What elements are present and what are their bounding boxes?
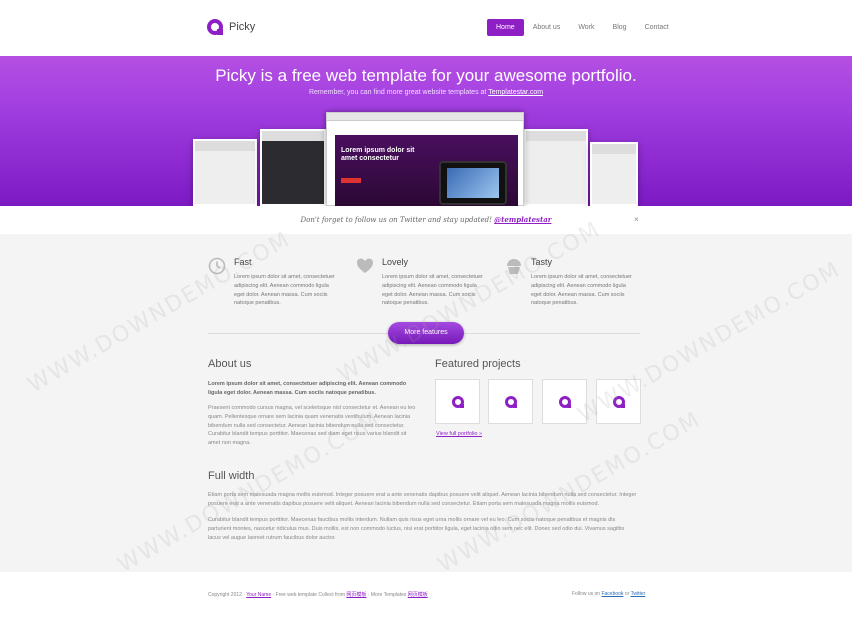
browser-menu — [327, 121, 523, 135]
follow-text: or — [623, 591, 631, 597]
nav-contact[interactable]: Contact — [636, 19, 678, 36]
featured-projects-title: Featured projects — [435, 358, 521, 370]
twitter-handle-link[interactable]: @templatestar — [494, 215, 551, 224]
feature-text: Lorem ipsum dolor sit amet, consectetuer… — [531, 274, 632, 307]
clock-icon — [208, 257, 226, 275]
follow-us: Follow us on Facebook or Twitter — [572, 591, 645, 597]
view-portfolio-link[interactable]: View full portfolio » — [436, 431, 482, 437]
watermark: WWW.DOWNDEMO.COM — [23, 226, 296, 399]
full-width-paragraph: Curabitur blandit tempus porttitor. Maec… — [208, 517, 625, 541]
feature-text: Lorem ipsum dolor sit amet, consectetuer… — [382, 274, 483, 307]
cupcake-icon — [507, 259, 521, 274]
tablet-image — [439, 161, 507, 205]
logo[interactable]: Picky — [207, 19, 255, 35]
twitter-notice: Don't forget to follow us on Twitter and… — [0, 206, 852, 234]
notice-message: Don't forget to follow us on Twitter and… — [300, 216, 495, 224]
hero-subtitle: Remember, you can find more great websit… — [0, 89, 852, 96]
full-width-title: Full width — [208, 470, 255, 482]
copyright-text: · Free web template Collect from — [271, 592, 347, 598]
preview-promo — [335, 135, 518, 206]
logo-icon — [451, 395, 464, 408]
nav-home[interactable]: Home — [487, 19, 524, 36]
site-header: Picky Home About us Work Blog Contact — [0, 0, 852, 56]
copyright-text: Copyright 2012 · — [208, 592, 247, 598]
project-thumbnail[interactable] — [596, 379, 641, 424]
full-width-paragraph: Etiam porta sem malesuada magna mollis e… — [208, 492, 637, 507]
site-footer: Copyright 2012 · Your Name · Free web te… — [0, 572, 852, 622]
feature-title: Lovely — [382, 257, 409, 267]
facebook-link[interactable]: Facebook — [601, 591, 623, 597]
about-body: Praesent commodo cursus magna, vel scele… — [208, 405, 416, 447]
preview-screenshot — [193, 139, 257, 206]
hero-subtitle-text: Remember, you can find more great websit… — [308, 89, 489, 96]
logo-text: Picky — [229, 21, 256, 33]
follow-text: Follow us on — [572, 591, 602, 597]
feature-lovely: Lovely Lorem ipsum dolor sit amet, conse… — [356, 255, 486, 308]
about-lead: Lorem ipsum dolor sit amet, consectetuer… — [208, 381, 407, 396]
feature-title: Fast — [234, 257, 252, 267]
more-templates-link[interactable]: 网页模板 — [408, 592, 428, 598]
preview-headline: Lorem ipsum dolor sit amet consectetur — [341, 147, 415, 163]
feature-text: Lorem ipsum dolor sit amet, consectetuer… — [234, 274, 335, 307]
project-thumbnail[interactable] — [542, 379, 587, 424]
notice-text: Don't forget to follow us on Twitter and… — [0, 215, 852, 224]
logo-icon — [504, 395, 517, 408]
nav-about-us[interactable]: About us — [524, 19, 570, 36]
preview-screenshot — [590, 142, 638, 206]
project-thumbnail[interactable] — [435, 379, 480, 424]
more-features-button[interactable]: More features — [388, 322, 464, 344]
feature-fast: Fast Lorem ipsum dolor sit amet, consect… — [208, 255, 338, 308]
your-name-link[interactable]: Your Name — [246, 592, 271, 598]
main-preview-screenshot: Lorem ipsum dolor sit amet consectetur — [326, 112, 524, 206]
logo-icon — [207, 19, 223, 35]
hero-title: Picky is a free web template for your aw… — [215, 66, 637, 85]
copyright-text: · More Templates — [366, 592, 408, 598]
heart-icon — [357, 258, 373, 273]
feature-title: Tasty — [531, 257, 553, 267]
feature-tasty: Tasty Lorem ipsum dolor sit amet, consec… — [505, 255, 635, 308]
about-title: About us — [208, 358, 252, 370]
hero-banner: Picky is a free web template for your aw… — [0, 56, 852, 206]
preview-screenshot — [524, 129, 588, 206]
main-nav: Home About us Work Blog Contact — [487, 19, 678, 36]
templatestar-link[interactable]: Templatestar.com — [488, 89, 543, 96]
copyright: Copyright 2012 · Your Name · Free web te… — [208, 591, 428, 598]
preview-button — [341, 178, 361, 183]
nav-work[interactable]: Work — [569, 19, 603, 36]
twitter-link[interactable]: Twitter — [631, 591, 646, 597]
nav-blog[interactable]: Blog — [604, 19, 636, 36]
preview-screenshot — [260, 129, 326, 206]
project-thumbnail[interactable] — [488, 379, 533, 424]
logo-icon — [558, 395, 571, 408]
close-icon[interactable]: × — [634, 215, 639, 224]
logo-icon — [612, 395, 625, 408]
browser-bar — [327, 113, 523, 121]
collect-link[interactable]: 网页模板 — [346, 592, 366, 598]
